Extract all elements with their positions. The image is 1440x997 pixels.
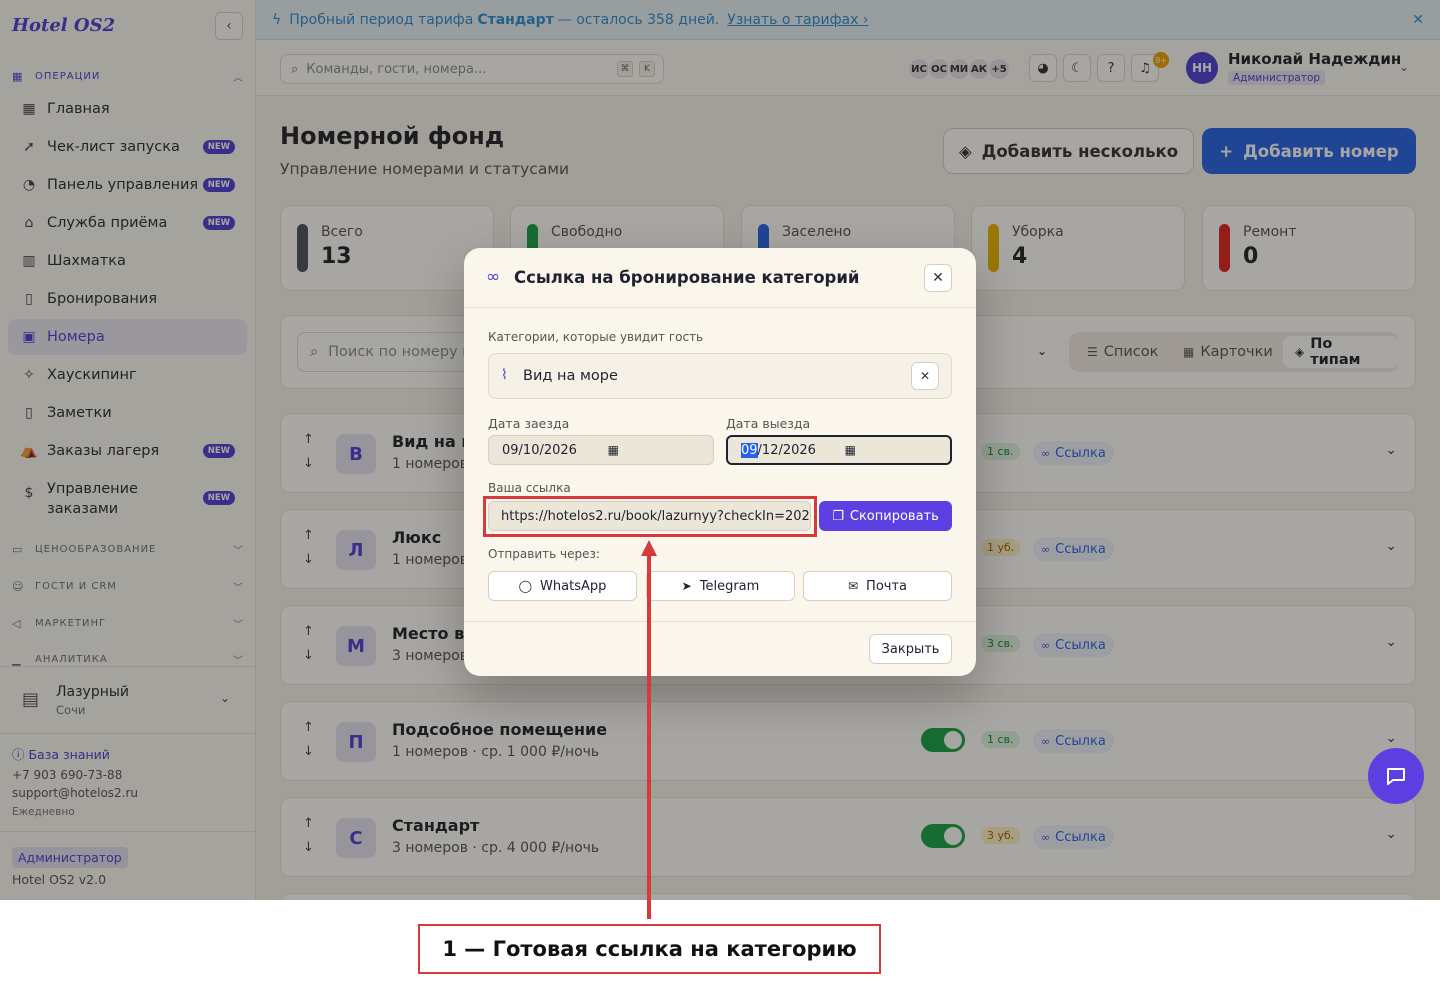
paperclip-icon: ⌇ xyxy=(501,367,508,383)
date-value: /12/2026 xyxy=(757,442,816,458)
link-label: Ваша ссылка xyxy=(488,481,571,495)
mail-icon: ✉ xyxy=(847,579,859,593)
divider xyxy=(464,621,976,622)
chat-button[interactable] xyxy=(1368,748,1424,804)
annotation-callout: 1 — Готовая ссылка на категорию xyxy=(418,924,881,974)
share-telegram-button[interactable]: ➤ Telegram xyxy=(646,571,795,601)
checkin-date-input[interactable]: 09/10/2026 ▦ xyxy=(488,435,714,465)
link-icon: ∞ xyxy=(486,267,501,287)
chat-icon xyxy=(1387,768,1405,785)
share-whatsapp-button[interactable]: ◯ WhatsApp xyxy=(488,571,637,601)
share-email-button[interactable]: ✉ Почта xyxy=(803,571,952,601)
dialog-title: Ссылка на бронирование категорий xyxy=(514,268,860,287)
checkin-label: Дата заезда xyxy=(488,416,570,431)
date-month-selected: 09 xyxy=(741,442,758,458)
remove-category-button[interactable]: ✕ xyxy=(911,362,939,390)
app-screen: Hotel OS2 ‹ ▦ ОПЕРАЦИИ ︿ ▦ Главная ➚ Чек-л… xyxy=(0,0,1440,900)
close-button[interactable]: ✕ xyxy=(924,264,952,292)
selected-category: Вид на море xyxy=(523,368,618,384)
copy-icon: ❐ xyxy=(832,508,844,524)
chat-bubble-icon: ◯ xyxy=(518,579,533,593)
close-icon: ✕ xyxy=(932,270,944,286)
category-selector[interactable]: ⌇ Вид на море ✕ xyxy=(488,353,952,399)
calendar-icon[interactable]: ▦ xyxy=(845,443,856,457)
copy-button[interactable]: ❐ Скопировать xyxy=(819,501,952,531)
close-icon: ✕ xyxy=(919,369,931,383)
send-label: Отправить через: xyxy=(488,547,600,561)
annotation-highlight xyxy=(483,496,817,537)
dialog-header: ∞ Ссылка на бронирование категорий ✕ xyxy=(464,248,976,308)
checkout-label: Дата выезда xyxy=(726,416,811,431)
checkout-date-input[interactable]: 09/12/2026 ▦ xyxy=(726,435,952,465)
calendar-icon[interactable]: ▦ xyxy=(608,443,619,457)
send-icon: ➤ xyxy=(681,579,692,593)
close-dialog-button[interactable]: Закрыть xyxy=(869,634,952,664)
date-value: 09/10/2026 xyxy=(502,442,577,458)
categories-label: Категории, которые увидит гость xyxy=(488,330,704,344)
booking-link-dialog: ∞ Ссылка на бронирование категорий ✕ Кат… xyxy=(464,248,976,676)
annotation-arrow-line xyxy=(647,554,651,919)
